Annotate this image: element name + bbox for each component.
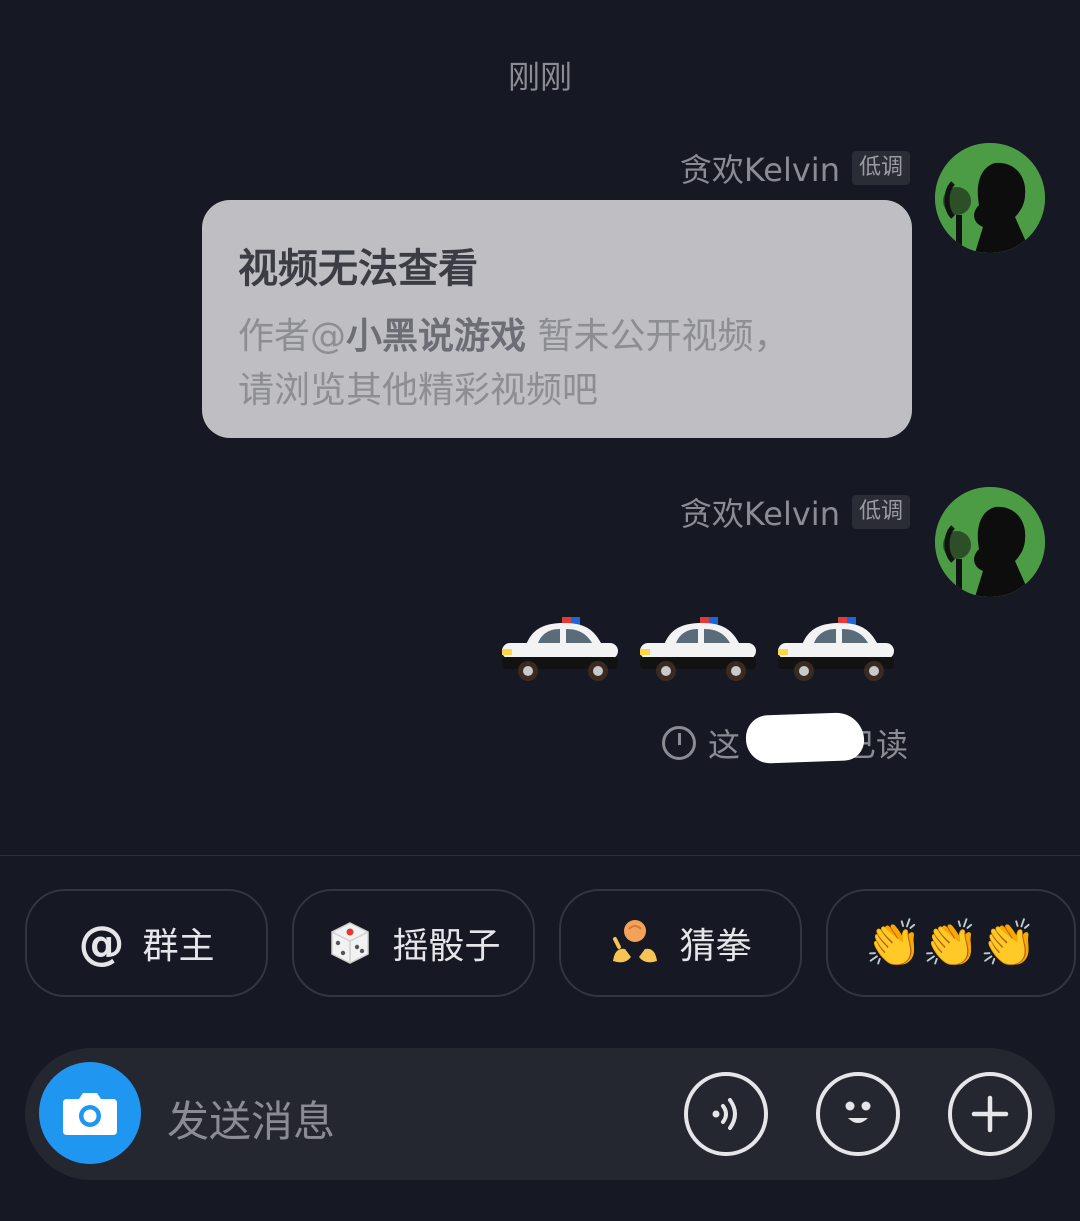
avatar[interactable] [935,487,1045,597]
card-author-link[interactable]: 小黑说游戏 [346,316,526,357]
message-input[interactable]: 发送消息 [167,1088,335,1149]
at-icon: @ [78,916,125,970]
camera-icon [63,1093,117,1135]
redaction-mark [745,711,865,765]
sender-tag: 低调 [851,151,910,185]
sender-row: 贪欢Kelvin 低调 [680,489,910,535]
card-body: 作者@小黑说游戏 暂未公开视频， 请浏览其他精彩视频吧 [238,310,876,418]
quick-action-rock-paper-scissors[interactable]: 猜拳 [559,889,802,997]
avatar[interactable] [935,143,1045,253]
read-status-prefix: 这 [708,726,741,764]
voice-button[interactable] [684,1072,768,1156]
dice-icon [331,922,370,964]
quick-action-label: 猜拳 [679,926,752,967]
card-body-line2: 请浏览其他精彩视频吧 [238,370,599,411]
quick-action-label: 摇骰子 [392,926,501,967]
clock-icon [662,726,696,760]
message-timestamp: 刚刚 [507,58,572,96]
read-status-text: 这已读 [708,711,908,766]
card-body-prefix: 作者@ [238,316,347,357]
emoji-message[interactable] [498,615,898,685]
divider [0,855,1080,856]
quick-action-dice[interactable]: 摇骰子 [292,889,535,997]
camera-button[interactable] [39,1062,141,1164]
plus-icon [971,1095,1009,1133]
sender-name: 贪欢Kelvin [679,495,840,533]
emoji-button[interactable] [816,1072,900,1156]
message-input-bar: 发送消息 [25,1048,1055,1180]
smiley-icon [845,1101,871,1123]
chat-area: 刚刚 贪欢Kelvin 低调 视频无法查看 作者@小黑说游戏 暂未公开视频， 请… [0,0,1080,855]
police-car-icon [640,617,756,681]
voice-icon [712,1098,737,1130]
quick-actions: @ 群主 摇骰子 猜拳 👏👏👏 [25,889,1076,997]
quick-action-clap[interactable]: 👏👏👏 [826,889,1076,997]
more-button[interactable] [948,1072,1032,1156]
police-car-icon [502,617,618,681]
quick-action-label: 群主 [142,926,215,967]
card-body-suffix: 暂未公开视频， [526,316,790,357]
sender-row: 贪欢Kelvin 低调 [680,145,910,191]
card-title: 视频无法查看 [238,246,478,292]
clapping-hands-icon: 👏👏👏 [865,915,1037,970]
sender-tag: 低调 [851,495,910,529]
video-unavailable-card[interactable]: 视频无法查看 作者@小黑说游戏 暂未公开视频， 请浏览其他精彩视频吧 [202,200,912,438]
read-status: 这已读 [662,711,908,766]
police-car-icon [778,617,894,681]
quick-action-mention-owner[interactable]: @ 群主 [25,889,268,997]
sender-name: 贪欢Kelvin [679,151,840,189]
rock-paper-scissors-icon [613,920,658,963]
